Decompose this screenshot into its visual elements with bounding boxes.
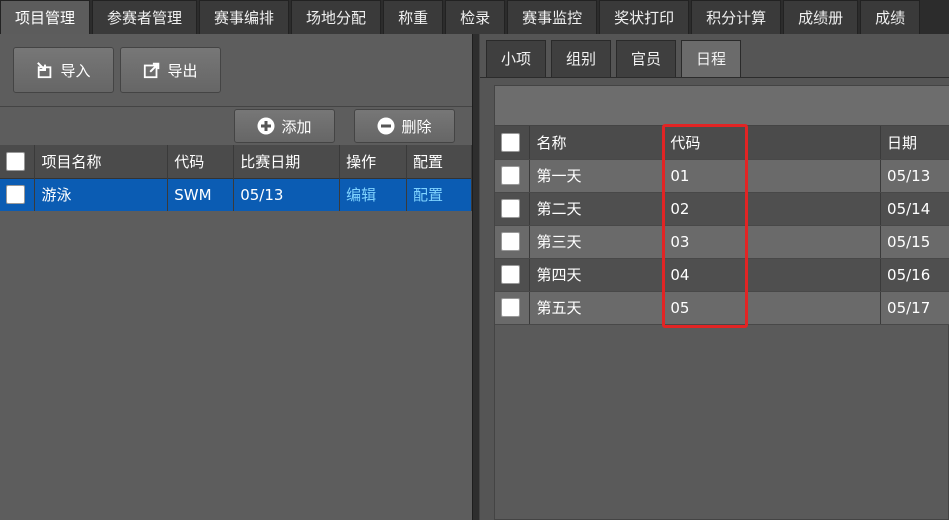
import-button[interactable]: 导入 xyxy=(13,47,114,93)
day-date: 05/15 xyxy=(880,225,949,259)
row-checkbox[interactable] xyxy=(6,185,25,205)
day-name: 第三天 xyxy=(529,225,665,259)
schedule-table: 名称 代码 日期 第一天 01 05/13 第二天 02 05/14 第三天 0… xyxy=(495,126,949,325)
import-icon xyxy=(36,61,54,79)
export-label: 导出 xyxy=(167,61,198,80)
schedule-grid: 名称 代码 日期 第一天 01 05/13 第二天 02 05/14 第三天 0… xyxy=(494,85,949,520)
tab-groups[interactable]: 组别 xyxy=(551,40,612,78)
tab-event-scheduling[interactable]: 赛事编排 xyxy=(199,0,290,34)
header-code: 代码 xyxy=(663,126,882,160)
edit-link[interactable]: 编辑 xyxy=(339,178,408,211)
tab-points-calc[interactable]: 积分计算 xyxy=(691,0,782,34)
row-select xyxy=(0,178,36,211)
header-code: 代码 xyxy=(167,145,235,178)
table-header: 名称 代码 日期 xyxy=(495,126,949,160)
add-label: 添加 xyxy=(281,117,312,136)
header-config: 配置 xyxy=(406,145,472,178)
table-row[interactable]: 第五天 05 05/17 xyxy=(495,291,949,325)
day-name: 第五天 xyxy=(529,291,665,325)
row-checkbox[interactable] xyxy=(501,232,520,251)
day-date: 05/16 xyxy=(880,258,949,292)
day-code: 02 xyxy=(663,192,882,226)
detail-tab-bar: 小项 组别 官员 日程 xyxy=(486,40,746,78)
header-select xyxy=(0,145,36,178)
day-code: 04 xyxy=(663,258,882,292)
export-button[interactable]: 导出 xyxy=(120,47,221,93)
tab-certificate-print[interactable]: 奖状打印 xyxy=(599,0,690,34)
tab-check-in[interactable]: 检录 xyxy=(445,0,506,34)
header-date: 比赛日期 xyxy=(233,145,341,178)
day-code: 01 xyxy=(663,159,882,193)
select-all-checkbox[interactable] xyxy=(6,151,25,171)
tab-underline xyxy=(480,77,949,78)
import-label: 导入 xyxy=(60,61,91,80)
row-select xyxy=(495,225,531,259)
table-row[interactable]: 第三天 03 05/15 xyxy=(495,225,949,259)
add-button[interactable]: 添加 xyxy=(234,109,335,143)
day-name: 第一天 xyxy=(529,159,665,193)
row-select xyxy=(495,291,531,325)
day-code: 03 xyxy=(663,225,882,259)
table-row[interactable]: 第二天 02 05/14 xyxy=(495,192,949,226)
minus-circle-icon xyxy=(377,117,395,135)
table-row[interactable]: 第一天 01 05/13 xyxy=(495,159,949,193)
header-project-name: 项目名称 xyxy=(34,145,169,178)
row-checkbox[interactable] xyxy=(501,199,520,218)
project-date: 05/13 xyxy=(233,178,341,211)
tab-officials[interactable]: 官员 xyxy=(616,40,677,78)
tab-project-management[interactable]: 项目管理 xyxy=(0,0,91,34)
tab-event-monitor[interactable]: 赛事监控 xyxy=(507,0,598,34)
row-select xyxy=(495,192,531,226)
tab-participant-management[interactable]: 参赛者管理 xyxy=(92,0,198,34)
tab-schedule[interactable]: 日程 xyxy=(681,40,742,78)
plus-circle-icon xyxy=(257,117,275,135)
delete-button[interactable]: 删除 xyxy=(354,109,455,143)
table-header: 项目名称 代码 比赛日期 操作 配置 xyxy=(0,145,472,178)
top-tab-bar: 项目管理 参赛者管理 赛事编排 场地分配 称重 检录 赛事监控 奖状打印 积分计… xyxy=(0,0,949,34)
day-code: 05 xyxy=(663,291,882,325)
day-date: 05/14 xyxy=(880,192,949,226)
toolbar-divider xyxy=(0,106,472,107)
project-code: SWM xyxy=(167,178,235,211)
row-select xyxy=(495,159,531,193)
config-link[interactable]: 配置 xyxy=(406,178,472,211)
header-name: 名称 xyxy=(529,126,665,160)
header-select xyxy=(495,126,531,160)
header-date: 日期 xyxy=(880,126,949,160)
row-checkbox[interactable] xyxy=(501,166,520,185)
table-row[interactable]: 游泳 SWM 05/13 编辑 配置 xyxy=(0,178,472,211)
grid-toolbar xyxy=(495,86,949,126)
day-date: 05/13 xyxy=(880,159,949,193)
export-icon xyxy=(143,61,161,79)
day-name: 第四天 xyxy=(529,258,665,292)
project-table: 项目名称 代码 比赛日期 操作 配置 游泳 SWM 05/13 编辑 配置 xyxy=(0,145,472,211)
day-name: 第二天 xyxy=(529,192,665,226)
panel-splitter[interactable] xyxy=(472,34,480,520)
delete-label: 删除 xyxy=(401,117,432,136)
day-date: 05/17 xyxy=(880,291,949,325)
header-action: 操作 xyxy=(339,145,408,178)
tab-results[interactable]: 成绩 xyxy=(860,0,921,34)
row-checkbox[interactable] xyxy=(501,298,520,317)
tab-venue-assignment[interactable]: 场地分配 xyxy=(291,0,382,34)
tab-results-book[interactable]: 成绩册 xyxy=(783,0,859,34)
project-panel: 导入 导出 添加 删除 项目名称 代码 比赛日期 操作 配置 游泳 SWM 05… xyxy=(0,34,472,520)
select-all-checkbox[interactable] xyxy=(501,132,520,152)
table-row[interactable]: 第四天 04 05/16 xyxy=(495,258,949,292)
tab-sub-events[interactable]: 小项 xyxy=(486,40,547,78)
row-checkbox[interactable] xyxy=(501,265,520,284)
tab-weigh-in[interactable]: 称重 xyxy=(383,0,444,34)
row-select xyxy=(495,258,531,292)
detail-panel: 小项 组别 官员 日程 名称 代码 日期 第一天 01 05/13 第二天 02… xyxy=(480,34,949,520)
project-name: 游泳 xyxy=(34,178,169,211)
